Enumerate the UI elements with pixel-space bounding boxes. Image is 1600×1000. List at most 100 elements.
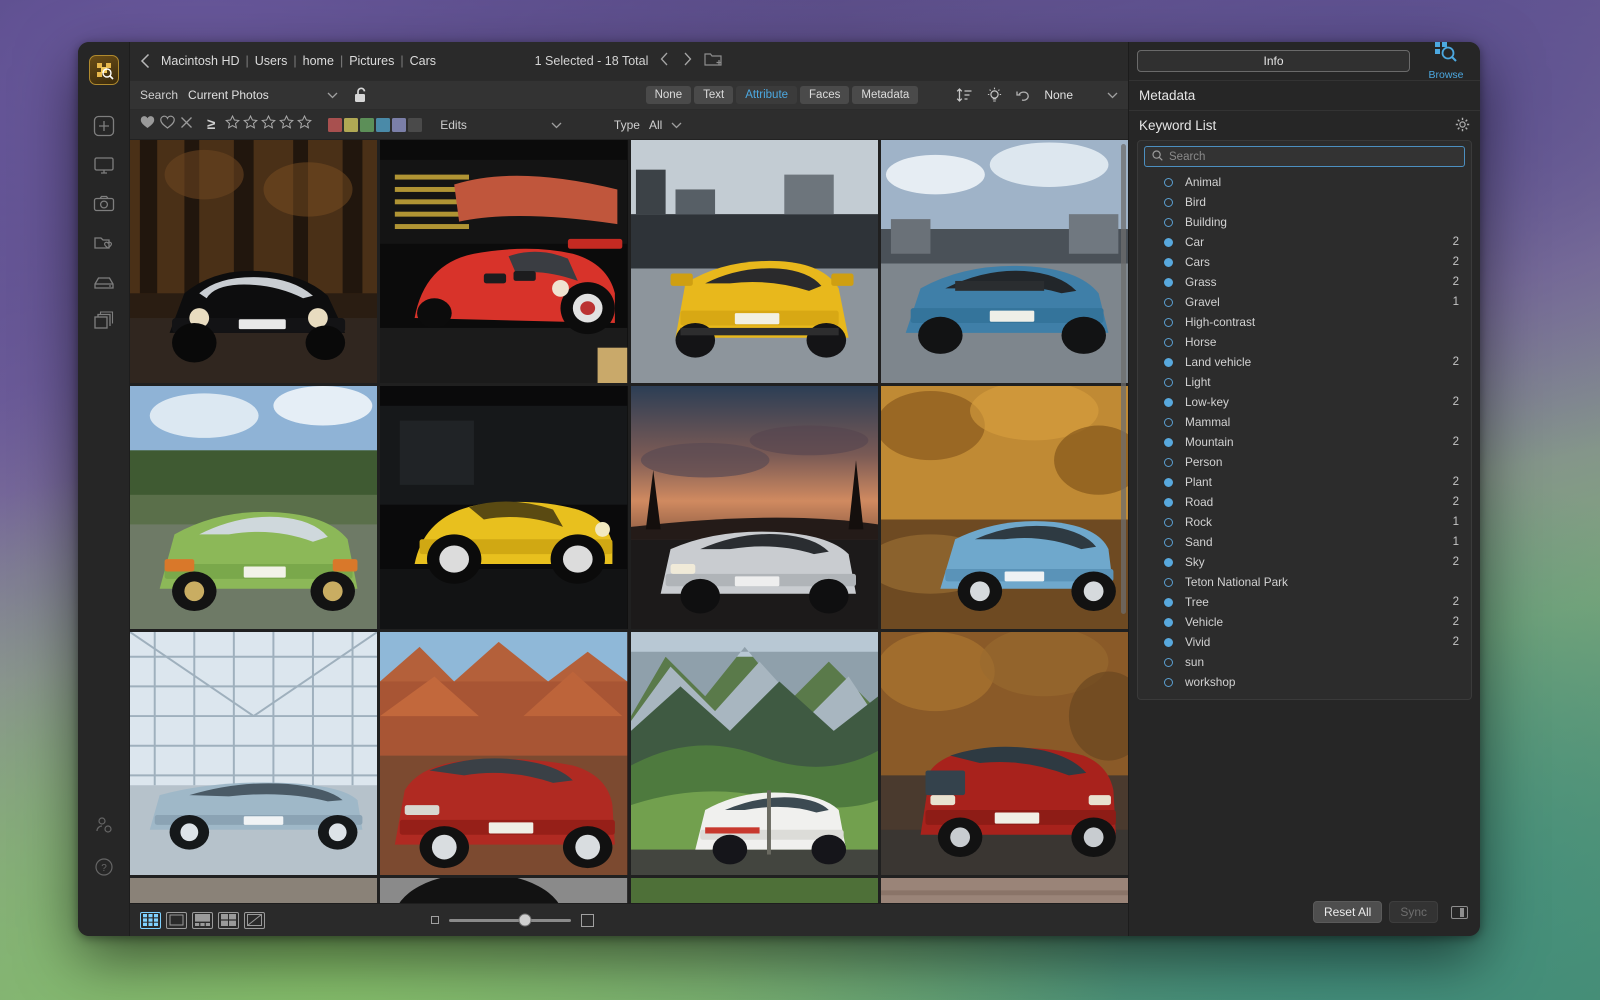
keyword-list-section-header[interactable]: Keyword List: [1129, 110, 1480, 140]
keyword-dot[interactable]: [1164, 398, 1173, 407]
keyword-row[interactable]: Horse: [1138, 332, 1471, 352]
panel-toggle-icon[interactable]: [1451, 906, 1468, 919]
keyword-dot[interactable]: [1164, 578, 1173, 587]
sidebar-item-catalogs[interactable]: [89, 306, 119, 336]
color-label-purple[interactable]: [392, 118, 406, 132]
keyword-row[interactable]: Sky2: [1138, 552, 1471, 572]
breadcrumb-item-0[interactable]: Macintosh HD: [161, 54, 240, 68]
keyword-dot[interactable]: [1164, 298, 1173, 307]
keyword-row[interactable]: Low-key2: [1138, 392, 1471, 412]
keyword-dot[interactable]: [1164, 198, 1173, 207]
filmstrip-view-icon[interactable]: [192, 912, 213, 929]
search-scope-dropdown[interactable]: Current Photos: [188, 86, 338, 104]
photo-thumbnail[interactable]: [380, 878, 627, 903]
keyword-dot[interactable]: [1164, 558, 1173, 567]
photo-thumbnail[interactable]: [130, 878, 377, 903]
star-outline-icon[interactable]: [261, 115, 276, 135]
search-mode-none[interactable]: None: [646, 86, 692, 104]
keyword-dot[interactable]: [1164, 438, 1173, 447]
chevron-right-icon[interactable]: [683, 52, 692, 71]
color-label-blue[interactable]: [376, 118, 390, 132]
breadcrumb-item-2[interactable]: home: [303, 54, 334, 68]
keyword-row[interactable]: Building: [1138, 212, 1471, 232]
search-mode-attribute[interactable]: Attribute: [736, 86, 797, 104]
keyword-row[interactable]: Rock1: [1138, 512, 1471, 532]
keyword-row[interactable]: Gravel1: [1138, 292, 1471, 312]
star-outline-icon[interactable]: [279, 115, 294, 135]
reset-all-button[interactable]: Reset All: [1313, 901, 1382, 923]
keyword-row[interactable]: Plant2: [1138, 472, 1471, 492]
search-mode-metadata[interactable]: Metadata: [852, 86, 918, 104]
keyword-row[interactable]: Road2: [1138, 492, 1471, 512]
zoom-slider[interactable]: [449, 919, 571, 922]
compare-view-icon[interactable]: [218, 912, 239, 929]
breadcrumb-item-1[interactable]: Users: [255, 54, 288, 68]
keyword-dot[interactable]: [1164, 318, 1173, 327]
photo-thumbnail[interactable]: [631, 140, 878, 383]
browse-button[interactable]: Browse: [1420, 42, 1472, 81]
keyword-dot[interactable]: [1164, 478, 1173, 487]
keyword-dot[interactable]: [1164, 418, 1173, 427]
sidebar-item-add[interactable]: [89, 111, 119, 141]
chevron-left-icon[interactable]: [140, 53, 151, 69]
keyword-dot[interactable]: [1164, 258, 1173, 267]
star-outline-icon[interactable]: [225, 115, 240, 135]
keyword-row[interactable]: Animal: [1138, 172, 1471, 192]
color-label-none[interactable]: [408, 118, 422, 132]
keyword-row[interactable]: High-contrast: [1138, 312, 1471, 332]
lightbulb-icon[interactable]: [986, 87, 1003, 104]
keyword-row[interactable]: Car2: [1138, 232, 1471, 252]
keyword-row[interactable]: Tree2: [1138, 592, 1471, 612]
keyword-row[interactable]: Cars2: [1138, 252, 1471, 272]
color-label-yellow[interactable]: [344, 118, 358, 132]
rating-comparator[interactable]: ≥: [207, 116, 215, 133]
sync-button[interactable]: Sync: [1389, 901, 1438, 923]
star-outline-icon[interactable]: [243, 115, 258, 135]
keyword-row[interactable]: Mountain2: [1138, 432, 1471, 452]
keyword-row[interactable]: Person: [1138, 452, 1471, 472]
keyword-dot[interactable]: [1164, 238, 1173, 247]
keyword-row[interactable]: Vehicle2: [1138, 612, 1471, 632]
grid-view-icon[interactable]: [140, 912, 161, 929]
keyword-dot[interactable]: [1164, 358, 1173, 367]
sidebar-item-camera[interactable]: [89, 189, 119, 219]
keyword-row[interactable]: Bird: [1138, 192, 1471, 212]
map-view-icon[interactable]: [244, 912, 265, 929]
heart-outline-icon[interactable]: [160, 115, 175, 134]
keyword-dot[interactable]: [1164, 538, 1173, 547]
photo-thumbnail[interactable]: [881, 632, 1128, 875]
search-mode-text[interactable]: Text: [694, 86, 733, 104]
keyword-dot[interactable]: [1164, 338, 1173, 347]
keyword-dot[interactable]: [1164, 658, 1173, 667]
account-settings-icon[interactable]: [89, 810, 119, 840]
lock-open-icon[interactable]: [354, 87, 368, 104]
keyword-dot[interactable]: [1164, 278, 1173, 287]
single-view-icon[interactable]: [166, 912, 187, 929]
keyword-dot[interactable]: [1164, 618, 1173, 627]
app-logo-icon[interactable]: [89, 55, 119, 85]
keyword-row[interactable]: Light: [1138, 372, 1471, 392]
keyword-dot[interactable]: [1164, 638, 1173, 647]
sidebar-item-display[interactable]: [89, 150, 119, 180]
metadata-section-header[interactable]: Metadata: [1129, 80, 1480, 110]
keyword-row[interactable]: workshop: [1138, 672, 1471, 692]
photo-thumbnail[interactable]: [631, 878, 878, 903]
gear-icon[interactable]: [1455, 117, 1470, 135]
sort-icon[interactable]: [956, 88, 973, 103]
photo-thumbnail[interactable]: [631, 386, 878, 629]
keyword-dot[interactable]: [1164, 458, 1173, 467]
keyword-row[interactable]: Mammal: [1138, 412, 1471, 432]
star-outline-icon[interactable]: [297, 115, 312, 135]
breadcrumb-item-4[interactable]: Cars: [410, 54, 436, 68]
help-icon[interactable]: ?: [89, 852, 119, 882]
folder-plus-icon[interactable]: [704, 51, 723, 72]
photo-thumbnail[interactable]: [380, 140, 627, 383]
keyword-dot[interactable]: [1164, 598, 1173, 607]
keyword-row[interactable]: Vivid2: [1138, 632, 1471, 652]
keyword-row[interactable]: sun: [1138, 652, 1471, 672]
photo-thumbnail[interactable]: [130, 386, 377, 629]
large-thumbnail-icon[interactable]: [581, 914, 594, 927]
photo-thumbnail[interactable]: [130, 140, 377, 383]
keyword-dot[interactable]: [1164, 218, 1173, 227]
keyword-dot[interactable]: [1164, 378, 1173, 387]
